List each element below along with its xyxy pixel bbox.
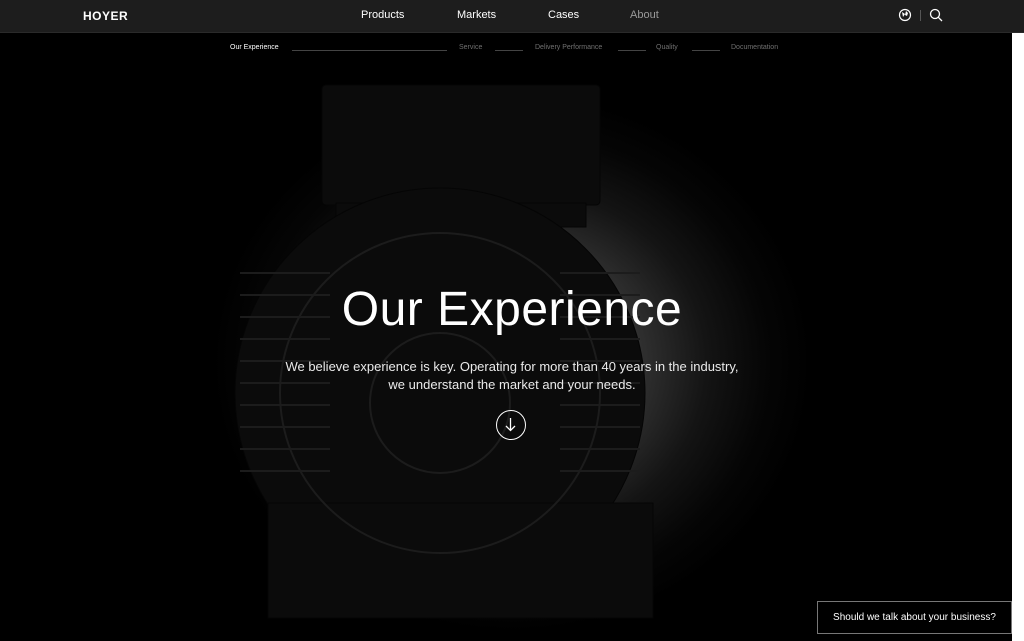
step-quality[interactable]: Quality — [656, 44, 678, 51]
nav-products[interactable]: Products — [361, 9, 404, 21]
scroll-rail — [1012, 33, 1024, 641]
section-stepper: Our Experience Service Delivery Performa… — [0, 44, 1024, 58]
main-nav: Products Markets Cases About — [0, 0, 1024, 32]
page-title: Our Experience — [341, 283, 683, 336]
step-connector — [618, 50, 646, 51]
arrow-down-icon — [505, 418, 516, 432]
step-connector — [692, 50, 720, 51]
step-delivery-performance[interactable]: Delivery Performance — [535, 44, 602, 51]
motor-image — [234, 84, 654, 619]
nav-markets[interactable]: Markets — [457, 9, 496, 21]
site-header: HOYER Products Markets Cases About — [0, 0, 1024, 33]
step-our-experience[interactable]: Our Experience — [230, 44, 279, 51]
step-connector — [495, 50, 523, 51]
step-documentation[interactable]: Documentation — [731, 44, 778, 51]
globe-icon[interactable] — [898, 8, 912, 22]
step-connector — [292, 50, 447, 51]
hero-description-line-1: We believe experience is key. Operating … — [285, 359, 739, 374]
nav-cases[interactable]: Cases — [548, 9, 579, 21]
hero-description-line-2: we understand the market and your needs. — [388, 377, 636, 392]
contact-cta-button[interactable]: Should we talk about your business? — [817, 601, 1012, 634]
hero-description: We believe experience is key. Operating … — [262, 358, 762, 394]
step-service[interactable]: Service — [459, 44, 482, 51]
nav-about[interactable]: About — [630, 9, 659, 21]
scroll-down-button[interactable] — [496, 410, 526, 440]
search-icon[interactable] — [929, 8, 943, 22]
header-divider — [920, 10, 921, 21]
